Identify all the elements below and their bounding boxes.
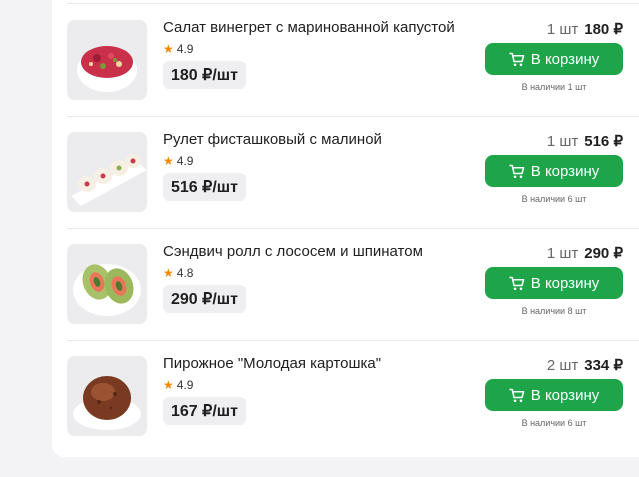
star-icon: ★ <box>163 266 174 280</box>
quantity: 1 шт <box>546 133 579 150</box>
rating-value: 4.9 <box>176 42 194 56</box>
quantity-total: 1 шт 180 ₽ <box>547 20 623 38</box>
product-image[interactable] <box>67 132 147 212</box>
star-icon: ★ <box>163 378 174 392</box>
unit-price: 516 ₽/шт <box>163 173 246 201</box>
product-image[interactable] <box>67 356 147 436</box>
list-item: Рулет фисташковый с малиной ★ 4.9 516 ₽/… <box>67 131 639 228</box>
product-rating: ★ 4.9 <box>163 154 193 168</box>
cart-items-panel: Салат винегрет с маринованной капустой ★… <box>52 0 639 457</box>
add-to-cart-label: В корзину <box>530 50 600 68</box>
rating-value: 4.9 <box>176 378 194 392</box>
product-name[interactable]: Рулет фисташковый с малиной <box>163 131 382 148</box>
quantity-total: 1 шт 290 ₽ <box>547 244 623 262</box>
star-icon: ★ <box>163 154 174 168</box>
quantity-total: 1 шт 516 ₽ <box>547 132 623 150</box>
stock-status: В наличии 1 шт <box>521 82 587 92</box>
add-to-cart-label: В корзину <box>530 274 600 292</box>
divider <box>67 340 639 341</box>
product-rating: ★ 4.9 <box>163 378 193 392</box>
product-rating: ★ 4.8 <box>163 266 193 280</box>
add-to-cart-label: В корзину <box>530 386 600 404</box>
list-item: Салат винегрет с маринованной капустой ★… <box>67 19 639 116</box>
line-total: 334 ₽ <box>584 357 623 374</box>
cart-icon <box>509 276 525 291</box>
star-icon: ★ <box>163 42 174 56</box>
cart-icon <box>509 52 525 67</box>
quantity: 1 шт <box>546 21 579 38</box>
stock-status: В наличии 8 шт <box>521 306 587 316</box>
unit-price: 290 ₽/шт <box>163 285 246 313</box>
add-to-cart-button[interactable]: В корзину <box>485 155 623 187</box>
product-name[interactable]: Салат винегрет с маринованной капустой <box>163 19 455 36</box>
rating-value: 4.8 <box>176 266 194 280</box>
product-image[interactable] <box>67 244 147 324</box>
divider <box>67 116 639 117</box>
quantity-total: 2 шт 334 ₽ <box>547 356 623 374</box>
stock-status: В наличии 6 шт <box>521 418 587 428</box>
cart-icon <box>509 388 525 403</box>
line-total: 516 ₽ <box>584 133 623 150</box>
add-to-cart-button[interactable]: В корзину <box>485 267 623 299</box>
unit-price: 180 ₽/шт <box>163 61 246 89</box>
divider <box>67 228 639 229</box>
add-to-cart-label: В корзину <box>530 162 600 180</box>
rating-value: 4.9 <box>176 154 194 168</box>
line-total: 290 ₽ <box>584 245 623 262</box>
quantity: 1 шт <box>546 245 579 262</box>
quantity: 2 шт <box>546 357 579 374</box>
add-to-cart-button[interactable]: В корзину <box>485 43 623 75</box>
line-total: 180 ₽ <box>584 21 623 38</box>
product-rating: ★ 4.9 <box>163 42 193 56</box>
stock-status: В наличии 6 шт <box>521 194 587 204</box>
product-image[interactable] <box>67 20 147 100</box>
cart-icon <box>509 164 525 179</box>
list-item: Сэндвич ролл с лососем и шпинатом ★ 4.8 … <box>67 243 639 340</box>
unit-price: 167 ₽/шт <box>163 397 246 425</box>
divider <box>67 3 639 4</box>
product-name[interactable]: Сэндвич ролл с лососем и шпинатом <box>163 243 423 260</box>
add-to-cart-button[interactable]: В корзину <box>485 379 623 411</box>
product-name[interactable]: Пирожное "Молодая картошка" <box>163 355 381 372</box>
list-item: Пирожное "Молодая картошка" ★ 4.9 167 ₽/… <box>67 355 639 452</box>
